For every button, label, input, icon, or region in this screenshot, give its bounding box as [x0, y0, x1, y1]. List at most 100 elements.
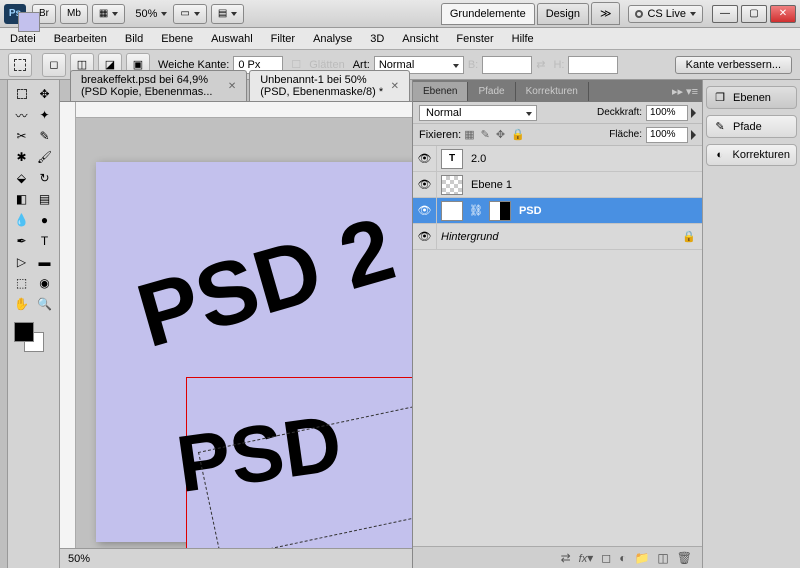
layer-thumb[interactable]	[441, 175, 463, 195]
lock-icon[interactable]: 🔒	[682, 230, 696, 243]
doctab-unbenannt[interactable]: Unbenannt-1 bei 50% (PSD, Ebenenmaske/8)…	[249, 70, 410, 101]
menu-ansicht[interactable]: Ansicht	[402, 33, 438, 45]
dodge-tool[interactable]: ●	[33, 210, 56, 230]
visibility-icon[interactable]: 👁	[413, 172, 437, 197]
layer-name[interactable]: Hintergrund	[441, 231, 498, 243]
fill-input[interactable]: 100%	[646, 127, 688, 143]
sel-new-icon[interactable]: ◻	[42, 53, 66, 77]
menu-datei[interactable]: Datei	[10, 33, 36, 45]
menu-ebene[interactable]: Ebene	[161, 33, 193, 45]
blend-mode-select[interactable]: Normal	[419, 105, 537, 121]
gradient-tool[interactable]: ▤	[33, 189, 56, 209]
marquee-tool[interactable]	[10, 84, 33, 104]
trash-icon[interactable]: 🗑	[677, 551, 692, 565]
ruler-horizontal[interactable]	[76, 102, 412, 118]
brush-tool[interactable]: 🖌	[33, 147, 56, 167]
layer-name[interactable]: PSD	[519, 205, 542, 217]
layer-mask-thumb[interactable]	[489, 201, 511, 221]
maximize-button[interactable]: ▢	[741, 5, 767, 23]
refine-edge-button[interactable]: Kante verbessern...	[675, 56, 792, 74]
opacity-input[interactable]: 100%	[646, 105, 688, 121]
newlayer-icon[interactable]: ◫	[657, 551, 668, 565]
3d-tool[interactable]: ⬚	[10, 273, 33, 293]
pen-tool[interactable]: ✒	[10, 231, 33, 251]
panel-collapse-icon[interactable]: ▸▸ ▾≡	[668, 85, 702, 98]
layer-thumb-text[interactable]: T	[441, 201, 463, 221]
workspace-grundelemente[interactable]: Grundelemente	[441, 3, 535, 25]
paths-icon: ✎	[713, 120, 727, 133]
menu-filter[interactable]: Filter	[271, 33, 295, 45]
menu-bearbeiten[interactable]: Bearbeiten	[54, 33, 107, 45]
close-icon[interactable]: ✕	[228, 81, 236, 92]
menu-3d[interactable]: 3D	[370, 33, 384, 45]
arrange-button[interactable]: ▤	[211, 4, 244, 24]
view-extras-button[interactable]: ▦	[92, 4, 125, 24]
rpanel-ebenen[interactable]: ❐Ebenen	[706, 86, 797, 109]
link-icon[interactable]: ⇄	[561, 551, 571, 565]
fx-icon[interactable]: fx▾	[579, 551, 594, 565]
layer-thumb-text[interactable]: T	[441, 149, 463, 169]
menu-bild[interactable]: Bild	[125, 33, 143, 45]
3dcam-tool[interactable]: ◉	[33, 273, 56, 293]
doctab-breakeffekt[interactable]: breakeffekt.psd bei 64,9% (PSD Kopie, Eb…	[70, 70, 247, 101]
opacity-slider-icon[interactable]	[691, 108, 696, 118]
panel-tab-korrekturen[interactable]: Korrekturen	[516, 82, 589, 101]
folder-icon[interactable]: 📁	[634, 551, 649, 565]
workspace-more[interactable]: ≫	[591, 2, 621, 25]
type-tool[interactable]: T	[33, 231, 56, 251]
layer-name[interactable]: Ebene 1	[471, 179, 512, 191]
move-tool[interactable]: ✥	[33, 84, 56, 104]
history-brush-tool[interactable]: ↻	[33, 168, 56, 188]
adjustment-icon[interactable]: ◐	[619, 551, 626, 565]
close-button[interactable]: ✕	[770, 5, 796, 23]
visibility-icon[interactable]: 👁	[413, 146, 437, 171]
hand-tool[interactable]: ✋	[10, 294, 33, 314]
tool-preset-button[interactable]	[8, 53, 32, 77]
cslive-button[interactable]: CS Live	[628, 5, 703, 23]
close-icon[interactable]: ✕	[391, 81, 399, 92]
rpanel-korrekturen[interactable]: ◐Korrekturen	[706, 144, 797, 166]
heal-tool[interactable]: ✱	[10, 147, 33, 167]
menu-auswahl[interactable]: Auswahl	[211, 33, 253, 45]
zoom-tool[interactable]: 🔍	[33, 294, 56, 314]
layer-row[interactable]: 👁 Ebene 1	[413, 172, 702, 198]
minimize-button[interactable]: —	[712, 5, 738, 23]
eraser-tool[interactable]: ◧	[10, 189, 33, 209]
feather-label: Weiche Kante:	[158, 59, 229, 71]
canvas-area[interactable]: PSD 2 PSD	[60, 102, 412, 548]
layer-name[interactable]: 2.0	[471, 153, 486, 165]
menu-fenster[interactable]: Fenster	[456, 33, 493, 45]
zoom-select[interactable]: 50%	[135, 8, 167, 20]
menu-analyse[interactable]: Analyse	[313, 33, 352, 45]
fill-slider-icon[interactable]	[691, 130, 696, 140]
mask-icon[interactable]: ◻	[601, 551, 611, 565]
stamp-tool[interactable]: ⬙	[10, 168, 33, 188]
screenmode-button[interactable]: ▭	[173, 4, 206, 24]
visibility-icon[interactable]: 👁	[413, 198, 437, 223]
workspace-design[interactable]: Design	[537, 3, 589, 25]
ruler-vertical[interactable]	[60, 102, 76, 548]
path-tool[interactable]: ▷	[10, 252, 33, 272]
lasso-tool[interactable]: 〰	[10, 105, 33, 125]
opacity-label: Deckkraft:	[597, 107, 642, 118]
eyedropper-tool[interactable]: ✎	[33, 126, 56, 146]
crop-tool[interactable]: ✂	[10, 126, 33, 146]
panel-tab-pfade[interactable]: Pfade	[468, 82, 515, 101]
shape-tool[interactable]: ▬	[33, 252, 56, 272]
fill-label: Fläche:	[609, 129, 642, 140]
layer-row[interactable]: 👁 T 2.0	[413, 146, 702, 172]
tool-panel: ✥ 〰✦ ✂✎ ✱🖌 ⬙↻ ◧▤ 💧● ✒T ▷▬ ⬚◉ ✋🔍	[8, 80, 60, 568]
menu-hilfe[interactable]: Hilfe	[512, 33, 534, 45]
minibridge-button[interactable]: Mb	[60, 4, 88, 24]
lock-icons[interactable]: ▦✎✥🔒	[461, 128, 528, 141]
wand-tool[interactable]: ✦	[33, 105, 56, 125]
color-swatches[interactable]	[10, 320, 57, 356]
rpanel-pfade[interactable]: ✎Pfade	[706, 115, 797, 138]
status-zoom[interactable]: 50%	[68, 553, 90, 565]
layer-row-selected[interactable]: 👁 T ⛓ PSD	[413, 198, 702, 224]
layer-row[interactable]: 👁 Hintergrund 🔒	[413, 224, 702, 250]
fg-color[interactable]	[14, 322, 34, 342]
panel-tab-ebenen[interactable]: Ebenen	[413, 82, 468, 101]
visibility-icon[interactable]: 👁	[413, 224, 437, 249]
blur-tool[interactable]: 💧	[10, 210, 33, 230]
